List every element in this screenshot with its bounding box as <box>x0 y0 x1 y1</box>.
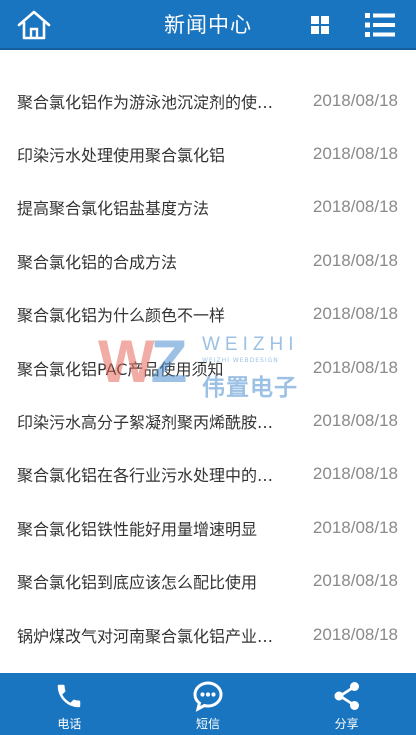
news-date: 2018/08/18 <box>312 411 398 431</box>
share-label: 分享 <box>334 717 359 731</box>
news-item[interactable]: 聚合氯化铝在各行业污水处理中的应用 2018/08/18 <box>0 448 416 501</box>
home-icon <box>17 10 51 40</box>
news-title: 聚合氯化铝铁性能好用量增速明显 <box>17 519 258 539</box>
news-date: 2018/08/18 <box>312 197 398 217</box>
news-item[interactable]: 印染污水处理使用聚合氯化铝 2018/08/18 <box>0 127 416 180</box>
sms-label: 短信 <box>196 717 221 731</box>
news-title: 印染污水处理使用聚合氯化铝 <box>17 146 226 166</box>
phone-icon <box>58 684 81 708</box>
news-item[interactable]: 锅炉煤改气对河南聚合氯化铝产业的影响 2018/08/18 <box>0 608 416 661</box>
share-icon <box>334 682 359 710</box>
phone-button[interactable]: 电话 <box>0 673 139 735</box>
news-item[interactable]: 提高聚合氯化铝盐基度方法 2018/08/18 <box>0 181 416 234</box>
news-title: 聚合氯化铝为什么颜色不一样 <box>17 306 226 326</box>
news-date: 2018/08/18 <box>312 517 398 537</box>
grid-button[interactable] <box>298 0 342 50</box>
news-item[interactable]: 聚合氯化铝作为游泳池沉淀剂的使用方法 2018/08/18 <box>0 74 416 127</box>
page-title: 新闻中心 <box>164 13 252 37</box>
news-date: 2018/08/18 <box>312 144 398 164</box>
news-title: 提高聚合氯化铝盐基度方法 <box>17 199 210 219</box>
phone-label: 电话 <box>57 717 82 731</box>
share-button[interactable]: 分享 <box>277 673 416 735</box>
news-date: 2018/08/18 <box>312 571 398 591</box>
news-date: 2018/08/18 <box>312 464 398 484</box>
news-item[interactable]: 聚合氯化铝铁性能好用量增速明显 2018/08/18 <box>0 501 416 554</box>
news-title: 印染污水高分子絮凝剂聚丙烯酰胺的选用 <box>17 413 285 433</box>
sms-icon <box>193 681 223 712</box>
news-title: 聚合氯化铝作为游泳池沉淀剂的使用方法 <box>17 92 285 112</box>
news-date: 2018/08/18 <box>312 304 398 324</box>
header-bar: 新闻中心 <box>0 0 416 50</box>
sms-button[interactable]: 短信 <box>139 673 278 735</box>
news-date: 2018/08/18 <box>312 250 398 270</box>
news-item[interactable]: 印染污水高分子絮凝剂聚丙烯酰胺的选用 2018/08/18 <box>0 394 416 447</box>
news-date: 2018/08/18 <box>312 90 398 110</box>
grid-icon <box>311 16 329 34</box>
news-item[interactable]: 聚合氯化铝为什么颜色不一样 2018/08/18 <box>0 288 416 341</box>
home-button[interactable] <box>12 0 56 50</box>
menu-list-icon <box>365 13 395 37</box>
menu-button[interactable] <box>358 0 402 50</box>
news-item[interactable]: 聚合氯化铝PAC产品使用须知 2018/08/18 <box>0 341 416 394</box>
news-title: 聚合氯化铝在各行业污水处理中的应用 <box>17 466 285 486</box>
news-title: 锅炉煤改气对河南聚合氯化铝产业的影响 <box>17 626 285 646</box>
news-item[interactable]: 聚合氯化铝到底应该怎么配比使用 2018/08/18 <box>0 555 416 608</box>
news-title: 聚合氯化铝PAC产品使用须知 <box>17 359 224 379</box>
news-date: 2018/08/18 <box>312 624 398 644</box>
news-title: 聚合氯化铝的合成方法 <box>17 252 178 272</box>
news-item[interactable]: 聚合氯化铝的合成方法 2018/08/18 <box>0 234 416 287</box>
news-title: 聚合氯化铝到底应该怎么配比使用 <box>17 573 258 593</box>
news-date: 2018/08/18 <box>312 357 398 377</box>
footer-bar: 电话 短信 分享 <box>0 673 416 735</box>
news-list: 聚合氯化铝作为游泳池沉淀剂的使用方法 2018/08/18 印染污水处理使用聚合氯… <box>0 74 416 661</box>
